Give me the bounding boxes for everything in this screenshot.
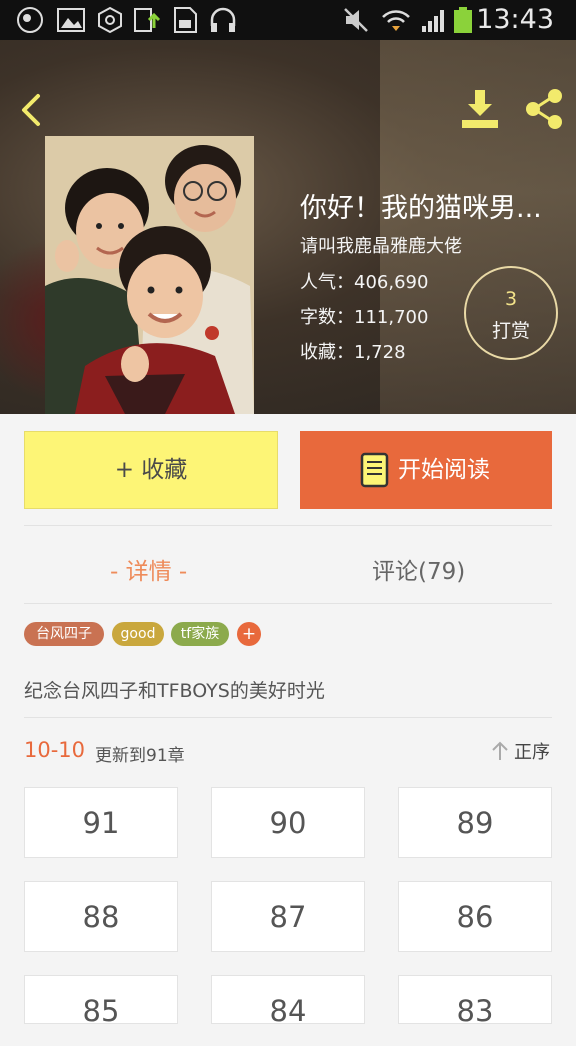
tab-comments[interactable]: 评论(79) <box>372 552 465 586</box>
tab-detail[interactable]: - 详情 - <box>110 552 187 586</box>
chapter-button[interactable]: 84 <box>211 975 365 1028</box>
app-icon <box>17 7 43 33</box>
tag-item[interactable]: good <box>112 622 164 646</box>
chapter-button[interactable]: 85 <box>24 975 178 1028</box>
chapter-button[interactable]: 86 <box>398 881 552 952</box>
clock: 13:43 <box>476 4 554 35</box>
update-date: 10-10 <box>24 738 86 762</box>
reward-count: 3 <box>504 288 518 310</box>
arrow-up-icon <box>492 741 508 760</box>
book-detail-content: + 收藏 开始阅读 - 详情 - 评论(79) 台风四子 good tf家族 +… <box>0 414 576 1028</box>
reward-label: 打赏 <box>491 320 530 342</box>
book-cover[interactable] <box>45 136 254 414</box>
chapter-button[interactable]: 88 <box>24 881 178 952</box>
popularity-stat: 人气：406,690 <box>300 272 429 293</box>
chapter-button[interactable]: 83 <box>398 975 552 1028</box>
book-author[interactable]: 请叫我鹿晶雅鹿大佬 <box>300 232 462 258</box>
divider <box>24 717 552 718</box>
book-icon <box>360 452 389 488</box>
chapter-button[interactable]: 87 <box>211 881 365 952</box>
download-icon[interactable] <box>456 86 504 132</box>
cover-image <box>45 136 254 414</box>
reward-button[interactable]: 3 打赏 <box>464 266 558 360</box>
book-header: 你好！我的猫咪男... 请叫我鹿晶雅鹿大佬 人气：406,690 字数：111,… <box>0 40 576 414</box>
chapter-button[interactable]: 91 <box>24 787 178 858</box>
settings-hex-icon <box>98 6 122 34</box>
image-icon <box>57 8 85 32</box>
sort-order-button[interactable]: 正序 <box>486 738 556 764</box>
divider <box>24 603 552 604</box>
sort-order-label: 正序 <box>514 742 550 763</box>
word-count-stat: 字数：111,700 <box>300 307 429 328</box>
start-reading-button[interactable]: 开始阅读 <box>300 431 552 509</box>
chapter-button[interactable]: 90 <box>211 787 365 858</box>
book-title: 你好！我的猫咪男... <box>300 193 542 224</box>
tag-item[interactable]: 台风四子 <box>24 622 104 646</box>
upload-icon <box>134 8 161 32</box>
battery-icon <box>454 7 472 33</box>
wifi-icon <box>382 10 410 31</box>
add-tag-button[interactable]: + <box>237 622 261 646</box>
start-reading-label: 开始阅读 <box>398 457 490 483</box>
signal-icon <box>422 10 444 32</box>
share-icon[interactable] <box>522 86 566 132</box>
divider <box>24 525 552 526</box>
chapter-button[interactable]: 89 <box>398 787 552 858</box>
back-icon[interactable] <box>12 88 52 132</box>
sd-card-icon <box>174 7 197 33</box>
update-info: 更新到91章 <box>95 746 185 766</box>
mute-icon <box>344 8 368 32</box>
add-favorite-button[interactable]: + 收藏 <box>24 431 278 509</box>
favorites-stat: 收藏：1,728 <box>300 342 406 363</box>
book-description: 纪念台风四子和TFBOYS的美好时光 <box>24 680 325 702</box>
headphones-icon <box>210 7 236 32</box>
status-bar: 13:43 <box>0 0 576 40</box>
tag-item[interactable]: tf家族 <box>171 622 229 646</box>
